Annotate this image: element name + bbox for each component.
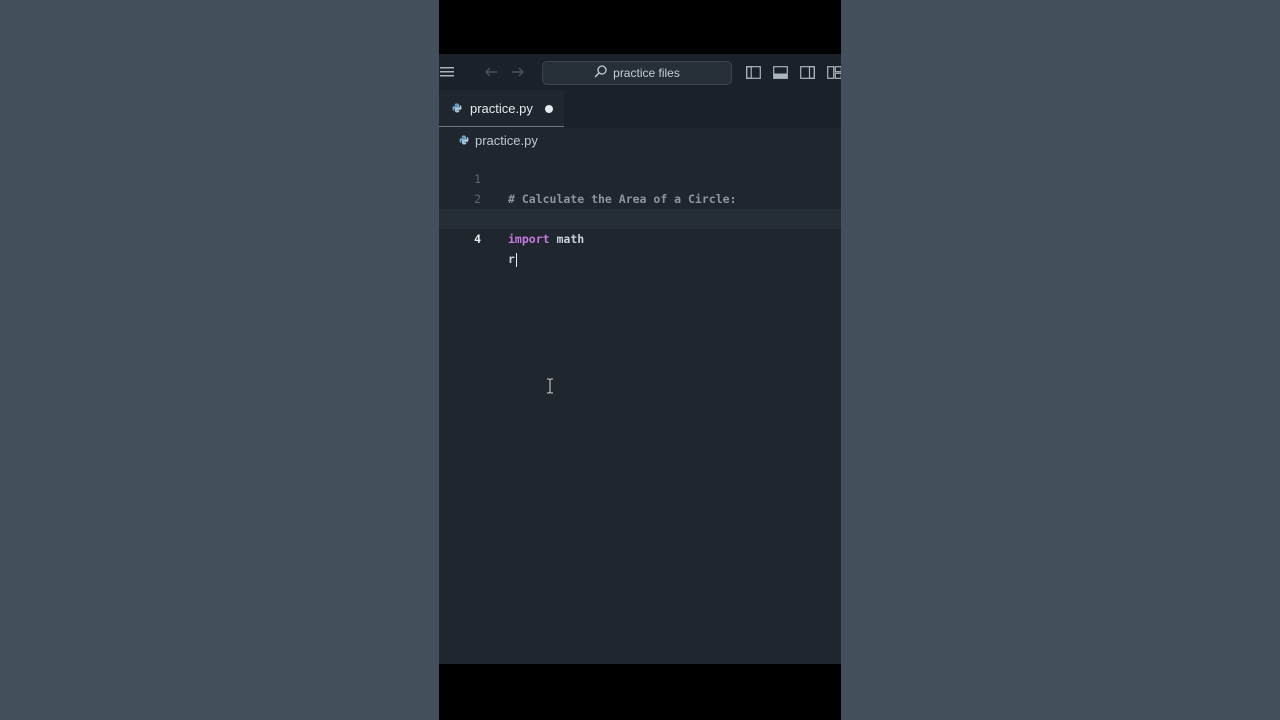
toggle-panel-icon[interactable]: [772, 64, 788, 80]
breadcrumb-file: practice.py: [475, 132, 538, 148]
line-number: 4: [474, 232, 481, 246]
code-editor-window: practice files practice.py practice.py 1…: [439, 54, 841, 664]
typed-text: r: [508, 252, 515, 266]
code-line[interactable]: 3 import math: [439, 189, 841, 246]
tab-bar: practice.py: [439, 90, 841, 128]
menu-icon[interactable]: [439, 64, 455, 80]
python-file-icon: [452, 103, 462, 113]
keyword-token: import: [508, 232, 550, 246]
command-center-search[interactable]: practice files: [542, 61, 732, 85]
code-line[interactable]: 2: [439, 169, 841, 206]
phone-frame: practice files practice.py practice.py 1…: [439, 0, 841, 720]
breadcrumb[interactable]: practice.py: [459, 131, 538, 149]
customize-layout-icon[interactable]: [826, 64, 841, 80]
back-arrow-icon[interactable]: [483, 64, 499, 80]
python-file-icon: [459, 135, 469, 145]
code-text: r: [508, 249, 517, 269]
code-line-active[interactable]: 4 r: [439, 209, 841, 267]
unsaved-changes-dot-icon[interactable]: [545, 105, 553, 113]
ibeam-cursor-icon: [547, 378, 553, 394]
code-line[interactable]: 1 # Calculate the Area of a Circle:: [439, 149, 841, 206]
active-tab-indicator: [439, 126, 564, 127]
identifier-token: math: [549, 232, 585, 246]
text-caret: [515, 252, 517, 267]
tab-label: practice.py: [470, 101, 533, 116]
toggle-sidebar-icon[interactable]: [745, 64, 761, 80]
title-bar: practice files: [439, 54, 841, 90]
toggle-secondary-sidebar-icon[interactable]: [799, 64, 815, 80]
search-icon: [594, 65, 607, 81]
forward-arrow-icon[interactable]: [510, 64, 526, 80]
code-text: import math: [508, 229, 584, 249]
search-placeholder: practice files: [613, 66, 680, 80]
code-area[interactable]: 1 # Calculate the Area of a Circle: 2 3 …: [439, 149, 841, 267]
